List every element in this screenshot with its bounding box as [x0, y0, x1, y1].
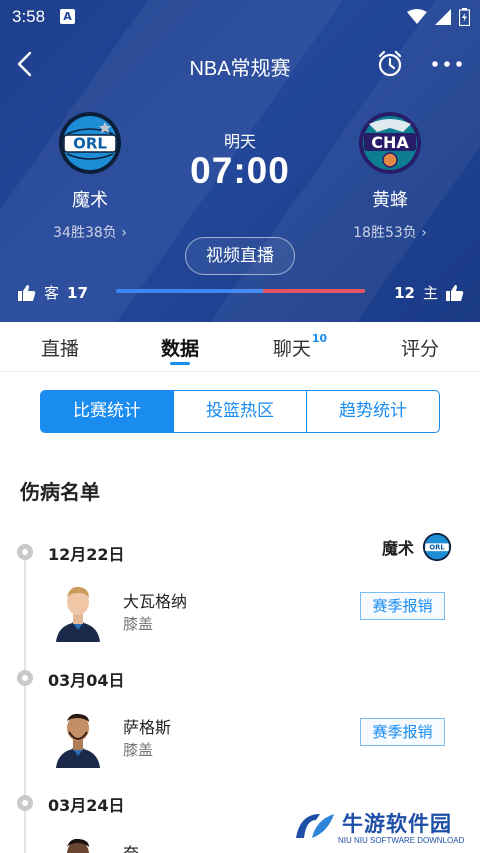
notification-icon: A	[60, 9, 75, 24]
injury-part: 膝盖	[123, 741, 154, 759]
orl-logo-icon: ORL	[422, 532, 452, 562]
niuniu-logo-icon	[296, 814, 334, 838]
timeline-dot	[17, 670, 33, 686]
away-vote-count: 17	[67, 283, 88, 302]
watermark-name: 牛游软件园	[342, 812, 452, 836]
timeline-dot	[17, 544, 33, 560]
away-vote-fill	[116, 289, 263, 293]
support-vote-row: 客 17 12 主	[0, 280, 480, 304]
status-time: 3:58	[12, 7, 46, 26]
away-vote[interactable]: 客 17	[18, 282, 88, 303]
match-time: 07:00	[190, 150, 290, 191]
segment-trend-stats[interactable]: 趋势统计	[307, 391, 439, 432]
away-team-record[interactable]: 18胜53负 ›	[330, 222, 450, 242]
video-live-button[interactable]: 视频直播	[185, 237, 295, 275]
match-header: 3:58 A NBA常规赛 ORL 魔术 34胜38负 › 明天 07:00 C…	[0, 0, 480, 322]
injury-list-title: 伤病名单	[20, 480, 100, 504]
home-team-record[interactable]: 34胜38负 ›	[30, 222, 150, 242]
away-team-name: 黄蜂	[372, 190, 408, 210]
thumbs-up-icon	[18, 284, 36, 301]
player-name: 萨格斯	[123, 718, 172, 737]
tab-data[interactable]: 数据	[120, 322, 240, 371]
tab-bar: 直播 数据 聊天10 评分	[0, 322, 480, 372]
injury-team-tag: 魔术 ORL	[382, 532, 452, 562]
injury-part: 膝盖	[123, 615, 154, 633]
player-name: 大瓦格纳	[123, 592, 188, 611]
signal-icon	[435, 9, 451, 25]
watermark: 牛游软件园 NIU NIU SOFTWARE DOWNLOAD	[294, 808, 474, 848]
cha-logo-icon: CHA	[359, 112, 421, 174]
segment-shot-chart[interactable]: 投篮热区	[174, 391, 307, 432]
injury-date-row: 12月22日 魔术 ORL	[0, 532, 480, 564]
alarm-clock-icon[interactable]	[376, 50, 404, 78]
nav-bar: NBA常规赛	[0, 40, 480, 88]
chat-count-badge: 10	[311, 332, 328, 345]
away-team[interactable]: CHA 黄蜂 18胜53负 ›	[330, 110, 450, 242]
injury-date: 03月04日	[48, 671, 125, 690]
status-bar: 3:58 A	[0, 0, 480, 34]
home-vote-count: 12	[394, 283, 415, 302]
player-name: 奈	[123, 840, 139, 853]
player-avatar	[52, 832, 104, 853]
segment-game-stats[interactable]: 比赛统计	[41, 391, 174, 432]
injury-team-name: 魔术	[381, 539, 414, 558]
injury-status-badge: 赛季报销	[360, 718, 445, 746]
injury-date-row: 03月04日	[0, 664, 480, 690]
tab-chat[interactable]: 聊天10	[240, 322, 360, 371]
injury-date: 12月22日	[48, 545, 125, 564]
home-vote-label: 主	[422, 284, 438, 302]
chevron-right-icon: ›	[421, 225, 427, 241]
svg-text:CHA: CHA	[371, 133, 409, 152]
match-day: 明天	[223, 132, 256, 151]
timeline-dot	[17, 795, 33, 811]
injury-status-badge: 赛季报销	[360, 592, 445, 620]
stats-segmented-control: 比赛统计 投篮热区 趋势统计	[40, 390, 440, 433]
svg-text:ORL: ORL	[429, 544, 445, 552]
page-title: NBA常规赛	[189, 58, 291, 80]
watermark-subtitle: NIU NIU SOFTWARE DOWNLOAD	[338, 836, 465, 845]
battery-icon	[459, 8, 470, 26]
tab-live[interactable]: 直播	[0, 322, 120, 371]
player-avatar	[52, 580, 104, 642]
wifi-icon	[407, 9, 427, 24]
injury-date: 03月24日	[48, 796, 125, 815]
tab-rating[interactable]: 评分	[360, 322, 480, 371]
injury-player-row[interactable]: 萨格斯 膝盖 赛季报销	[0, 706, 480, 776]
home-vote-fill	[262, 289, 365, 293]
thumbs-up-icon	[446, 284, 464, 301]
player-avatar	[52, 706, 104, 768]
injury-player-row[interactable]: 大瓦格纳 膝盖 赛季报销	[0, 580, 480, 650]
home-vote[interactable]: 12 主	[394, 282, 464, 303]
vote-ratio-bar	[116, 289, 365, 293]
chevron-right-icon: ›	[121, 225, 127, 241]
away-vote-label: 客	[44, 284, 60, 302]
status-icons	[407, 8, 470, 26]
more-icon[interactable]	[430, 50, 464, 78]
